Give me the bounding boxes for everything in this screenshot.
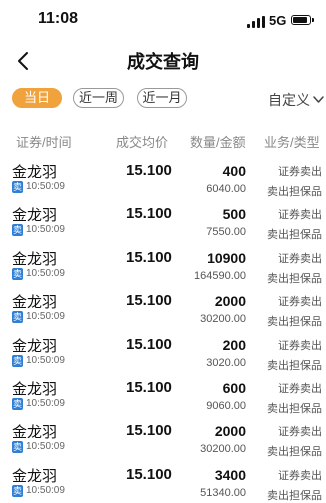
header-qty-amount: 数量/金额 <box>190 135 246 150</box>
security-name: 金龙羽 <box>12 467 58 485</box>
status-bar: 11:08 5G <box>0 0 326 44</box>
table-row[interactable]: 金龙羽卖 10:50:09 15.100 2000 30200.00 证券卖出卖出担保品 <box>0 286 326 329</box>
filter-week-chip[interactable]: 近一周 <box>73 88 124 108</box>
security-name: 金龙羽 <box>12 294 58 312</box>
security-name: 金龙羽 <box>12 424 58 442</box>
trade-type: 卖出担保品 <box>267 272 322 285</box>
filter-today-chip[interactable]: 当日 <box>12 88 62 108</box>
table-row[interactable]: 金龙羽卖 10:50:09 15.100 2000 30200.00 证券卖出卖出担保品 <box>0 416 326 459</box>
trade-quantity: 10900 <box>207 249 246 266</box>
security-name: 金龙羽 <box>12 250 58 268</box>
trade-type: 卖出担保品 <box>267 489 322 502</box>
trade-type: 卖出担保品 <box>267 316 322 329</box>
trade-amount: 3020.00 <box>206 356 246 369</box>
business-name: 证券卖出 <box>278 252 322 265</box>
direction-badge: 卖 <box>12 224 23 237</box>
business-name: 证券卖出 <box>278 469 322 482</box>
page-title: 成交查询 <box>127 52 199 72</box>
trade-type: 卖出担保品 <box>267 446 322 459</box>
direction-badge: 卖 <box>12 267 23 280</box>
table-row[interactable]: 金龙羽卖 10:50:09 15.100 10900 164590.00 证券卖出卖出担保… <box>0 243 326 286</box>
trade-time: 10:50:09 <box>26 354 65 366</box>
table-row[interactable]: 金龙羽卖 10:50:09 15.100 200 3020.00 证券卖出卖出担保品 <box>0 330 326 373</box>
chevron-down-icon <box>313 96 324 103</box>
trade-amount: 30200.00 <box>200 443 246 456</box>
trade-type: 卖出担保品 <box>267 186 322 198</box>
avg-price: 15.100 <box>126 335 172 353</box>
trade-quantity: 2000 <box>214 293 246 310</box>
trade-amount: 9060.00 <box>206 399 246 412</box>
business-name: 证券卖出 <box>278 339 322 352</box>
signal-icon <box>247 16 265 28</box>
trade-amount: 7550.00 <box>206 226 246 239</box>
direction-badge: 卖 <box>12 311 23 324</box>
header-business-type: 业务/类型 <box>264 135 320 150</box>
header-security-time: 证券/时间 <box>16 135 72 150</box>
trade-amount: 51340.00 <box>200 486 246 499</box>
table-header: 证券/时间 成交均价 数量/金额 业务/类型 <box>0 132 326 152</box>
trade-list: 金龙羽卖 10:50:09 15.100 400 6040.00 证券卖出 卖出担保品 金龙羽… <box>0 156 326 503</box>
table-row[interactable]: 金龙羽卖 10:50:09 15.100 400 6040.00 证券卖出卖出担保品 <box>0 156 326 199</box>
direction-badge: 卖 <box>12 484 23 497</box>
trade-time: 10:50:09 <box>26 441 65 453</box>
trade-time: 10:50:09 <box>26 181 65 192</box>
table-row[interactable]: 金龙羽卖 10:50:09 15.100 600 9060.00 证券卖出卖出担保品 <box>0 373 326 416</box>
trade-type: 卖出担保品 <box>267 229 322 242</box>
direction-badge: 卖 <box>12 397 23 410</box>
avg-price: 15.100 <box>126 378 172 396</box>
trade-type: 卖出担保品 <box>267 359 322 372</box>
nav-bar: 成交查询 <box>0 44 326 78</box>
trade-type: 卖出担保品 <box>267 402 322 415</box>
direction-badge: 卖 <box>12 354 23 367</box>
trade-amount: 6040.00 <box>206 183 246 195</box>
trade-quantity: 400 <box>222 163 246 179</box>
business-name: 证券卖出 <box>278 296 322 309</box>
trade-quantity: 2000 <box>214 423 246 440</box>
avg-price: 15.100 <box>126 162 172 179</box>
security-name: 金龙羽 <box>12 207 58 225</box>
direction-badge: 卖 <box>12 441 23 454</box>
filter-month-chip[interactable]: 近一月 <box>137 88 187 108</box>
avg-price: 15.100 <box>126 422 172 440</box>
battery-icon <box>291 15 314 25</box>
avg-price: 15.100 <box>126 465 172 483</box>
trade-time: 10:50:09 <box>26 267 65 279</box>
trade-time: 10:50:09 <box>26 224 65 236</box>
business-name: 证券卖出 <box>278 166 322 178</box>
trade-quantity: 200 <box>222 336 246 353</box>
custom-range-dropdown[interactable]: 自定义 <box>268 90 324 110</box>
security-name: 金龙羽 <box>12 164 58 181</box>
avg-price: 15.100 <box>126 248 172 266</box>
network-label: 5G <box>269 13 287 28</box>
business-name: 证券卖出 <box>278 426 322 439</box>
direction-badge: 卖 <box>12 181 23 193</box>
avg-price: 15.100 <box>126 205 172 223</box>
custom-range-label: 自定义 <box>268 92 310 108</box>
status-time: 11:08 <box>38 10 79 27</box>
security-name: 金龙羽 <box>12 380 58 398</box>
trade-amount: 30200.00 <box>200 313 246 326</box>
trade-time: 10:50:09 <box>26 397 65 409</box>
avg-price: 15.100 <box>126 292 172 310</box>
trade-quantity: 600 <box>222 379 246 396</box>
date-filter-bar: 当日 近一周 近一月 自定义 <box>0 86 326 112</box>
table-row[interactable]: 金龙羽卖 10:50:09 15.100 3400 51340.00 证券卖出卖出担保品 <box>0 460 326 503</box>
trade-quantity: 500 <box>222 206 246 223</box>
security-name: 金龙羽 <box>12 337 58 355</box>
trade-time: 10:50:09 <box>26 484 65 496</box>
trade-amount: 164590.00 <box>194 269 246 282</box>
table-row[interactable]: 金龙羽卖 10:50:09 15.100 500 7550.00 证券卖出卖出担保品 <box>0 199 326 242</box>
business-name: 证券卖出 <box>278 382 322 395</box>
trade-quantity: 3400 <box>214 466 246 483</box>
trade-time: 10:50:09 <box>26 311 65 323</box>
business-name: 证券卖出 <box>278 209 322 222</box>
header-avg-price: 成交均价 <box>116 135 169 150</box>
